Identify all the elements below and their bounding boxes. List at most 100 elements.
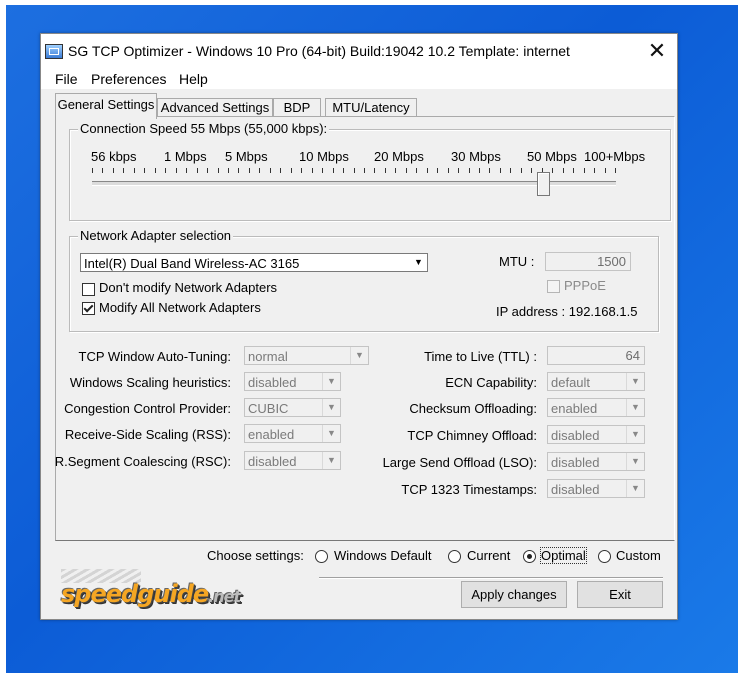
setting-label-checksum: Checksum Offloading: bbox=[409, 401, 537, 416]
speedguide-logo: speedguide.net bbox=[61, 580, 241, 608]
slider-tick bbox=[322, 168, 323, 173]
slider-tick bbox=[259, 168, 260, 173]
slider-tick bbox=[134, 168, 135, 173]
setting-label-congestion-control: Congestion Control Provider: bbox=[64, 401, 231, 416]
tab-advanced-settings[interactable]: Advanced Settings bbox=[157, 98, 273, 118]
bottom-separator bbox=[319, 577, 663, 579]
tab-mtu-latency[interactable]: MTU/Latency bbox=[325, 98, 417, 118]
setting-label-autotuning: TCP Window Auto-Tuning: bbox=[78, 349, 231, 364]
menu-preferences[interactable]: Preferences bbox=[91, 71, 166, 87]
lso-select[interactable]: disabled ▼ bbox=[547, 452, 645, 471]
tab-bdp[interactable]: BDP bbox=[273, 98, 321, 118]
slider-tick bbox=[312, 168, 313, 173]
timestamps-value: disabled bbox=[551, 482, 600, 497]
chevron-down-icon[interactable]: ▼ bbox=[626, 453, 644, 470]
tab-general-settings[interactable]: General Settings bbox=[55, 93, 157, 119]
logo-suffix: .net bbox=[208, 587, 241, 606]
slider-tick bbox=[113, 168, 114, 173]
slider-tick bbox=[437, 168, 438, 173]
adapter-select-value: Intel(R) Dual Band Wireless-AC 3165 bbox=[84, 256, 300, 271]
radio-optimal[interactable] bbox=[523, 550, 536, 563]
slider-tick bbox=[280, 168, 281, 173]
chevron-down-icon[interactable]: ▼ bbox=[626, 399, 644, 416]
pppoe-checkbox[interactable] bbox=[547, 280, 560, 293]
adapter-select[interactable]: Intel(R) Dual Band Wireless-AC 3165 ▼ bbox=[80, 253, 428, 272]
congestion-control-select[interactable]: CUBIC ▼ bbox=[244, 398, 341, 417]
tab-strip: General Settings Advanced Settings BDP M… bbox=[41, 93, 677, 119]
close-icon[interactable]: ✕ bbox=[637, 36, 677, 66]
connection-speed-label: Connection Speed 55 Mbps (55,000 kbps): bbox=[78, 121, 330, 136]
checksum-select[interactable]: enabled ▼ bbox=[547, 398, 645, 417]
chevron-down-icon[interactable]: ▼ bbox=[626, 426, 644, 443]
slider-tick bbox=[552, 168, 553, 173]
ttl-field[interactable]: 64 bbox=[547, 346, 645, 365]
exit-button[interactable]: Exit bbox=[577, 581, 663, 608]
slider-tick bbox=[573, 168, 574, 173]
slider-tick bbox=[301, 168, 302, 173]
slider-tick bbox=[123, 168, 124, 173]
radio-current[interactable] bbox=[448, 550, 461, 563]
rsc-value: disabled bbox=[248, 454, 297, 469]
radio-label-optimal[interactable]: Optimal bbox=[540, 547, 587, 564]
slider-tick bbox=[228, 168, 229, 173]
menu-file[interactable]: File bbox=[55, 71, 78, 87]
setting-label-chimney: TCP Chimney Offload: bbox=[407, 428, 537, 443]
slider-tick bbox=[605, 168, 606, 173]
speed-slider-thumb[interactable] bbox=[537, 172, 550, 196]
setting-label-scaling-heuristics: Windows Scaling heuristics: bbox=[69, 375, 231, 390]
slider-tick bbox=[448, 168, 449, 173]
radio-windows-default[interactable] bbox=[315, 550, 328, 563]
chevron-down-icon[interactable]: ▼ bbox=[322, 425, 340, 442]
connection-speed-group: Connection Speed 55 Mbps (55,000 kbps): bbox=[69, 121, 671, 221]
logo-text: speedguide bbox=[61, 580, 209, 608]
slider-tick bbox=[270, 168, 271, 173]
dont-modify-checkbox[interactable] bbox=[82, 283, 95, 296]
slider-tick bbox=[416, 168, 417, 173]
title-bar: SG TCP Optimizer - Windows 10 Pro (64-bi… bbox=[41, 34, 677, 67]
radio-custom[interactable] bbox=[598, 550, 611, 563]
ecn-select[interactable]: default ▼ bbox=[547, 372, 645, 391]
slider-tick bbox=[165, 168, 166, 173]
slider-tick bbox=[176, 168, 177, 173]
chevron-down-icon[interactable]: ▼ bbox=[626, 373, 644, 390]
radio-label-windows-default[interactable]: Windows Default bbox=[334, 548, 432, 563]
tick-label: 1 Mbps bbox=[164, 149, 207, 164]
slider-tick bbox=[406, 168, 407, 173]
mtu-label: MTU : bbox=[499, 254, 535, 269]
chevron-down-icon[interactable]: ▼ bbox=[322, 399, 340, 416]
rsc-select[interactable]: disabled ▼ bbox=[244, 451, 341, 470]
rss-value: enabled bbox=[248, 427, 295, 442]
chevron-down-icon[interactable]: ▼ bbox=[322, 452, 340, 469]
slider-tick bbox=[186, 168, 187, 173]
mtu-field[interactable]: 1500 bbox=[545, 252, 631, 271]
chevron-down-icon[interactable]: ▼ bbox=[410, 254, 427, 271]
tick-label: 10 Mbps bbox=[299, 149, 349, 164]
apply-changes-button[interactable]: Apply changes bbox=[461, 581, 567, 608]
slider-tick bbox=[531, 168, 532, 173]
slider-tick bbox=[249, 168, 250, 173]
radio-label-custom[interactable]: Custom bbox=[616, 548, 661, 563]
slider-tick bbox=[102, 168, 103, 173]
modify-all-label: Modify All Network Adapters bbox=[99, 300, 261, 315]
slider-tick bbox=[354, 168, 355, 173]
scaling-heuristics-select[interactable]: disabled ▼ bbox=[244, 372, 341, 391]
radio-label-current[interactable]: Current bbox=[467, 548, 510, 563]
tick-label: 30 Mbps bbox=[451, 149, 501, 164]
modify-all-checkbox[interactable] bbox=[82, 302, 95, 315]
tick-label: 20 Mbps bbox=[374, 149, 424, 164]
slider-tick bbox=[364, 168, 365, 173]
chevron-down-icon[interactable]: ▼ bbox=[626, 480, 644, 497]
chimney-select[interactable]: disabled ▼ bbox=[547, 425, 645, 444]
app-icon bbox=[45, 44, 63, 59]
dont-modify-label: Don't modify Network Adapters bbox=[99, 280, 278, 295]
ip-address-label: IP address : 192.168.1.5 bbox=[496, 304, 638, 319]
slider-tick bbox=[510, 168, 511, 173]
slider-tick bbox=[469, 168, 470, 173]
chevron-down-icon[interactable]: ▼ bbox=[322, 373, 340, 390]
ecn-value: default bbox=[551, 375, 591, 390]
slider-tick bbox=[333, 168, 334, 173]
timestamps-select[interactable]: disabled ▼ bbox=[547, 479, 645, 498]
menu-help[interactable]: Help bbox=[179, 71, 208, 87]
slider-tick bbox=[584, 168, 585, 173]
rss-select[interactable]: enabled ▼ bbox=[244, 424, 341, 443]
